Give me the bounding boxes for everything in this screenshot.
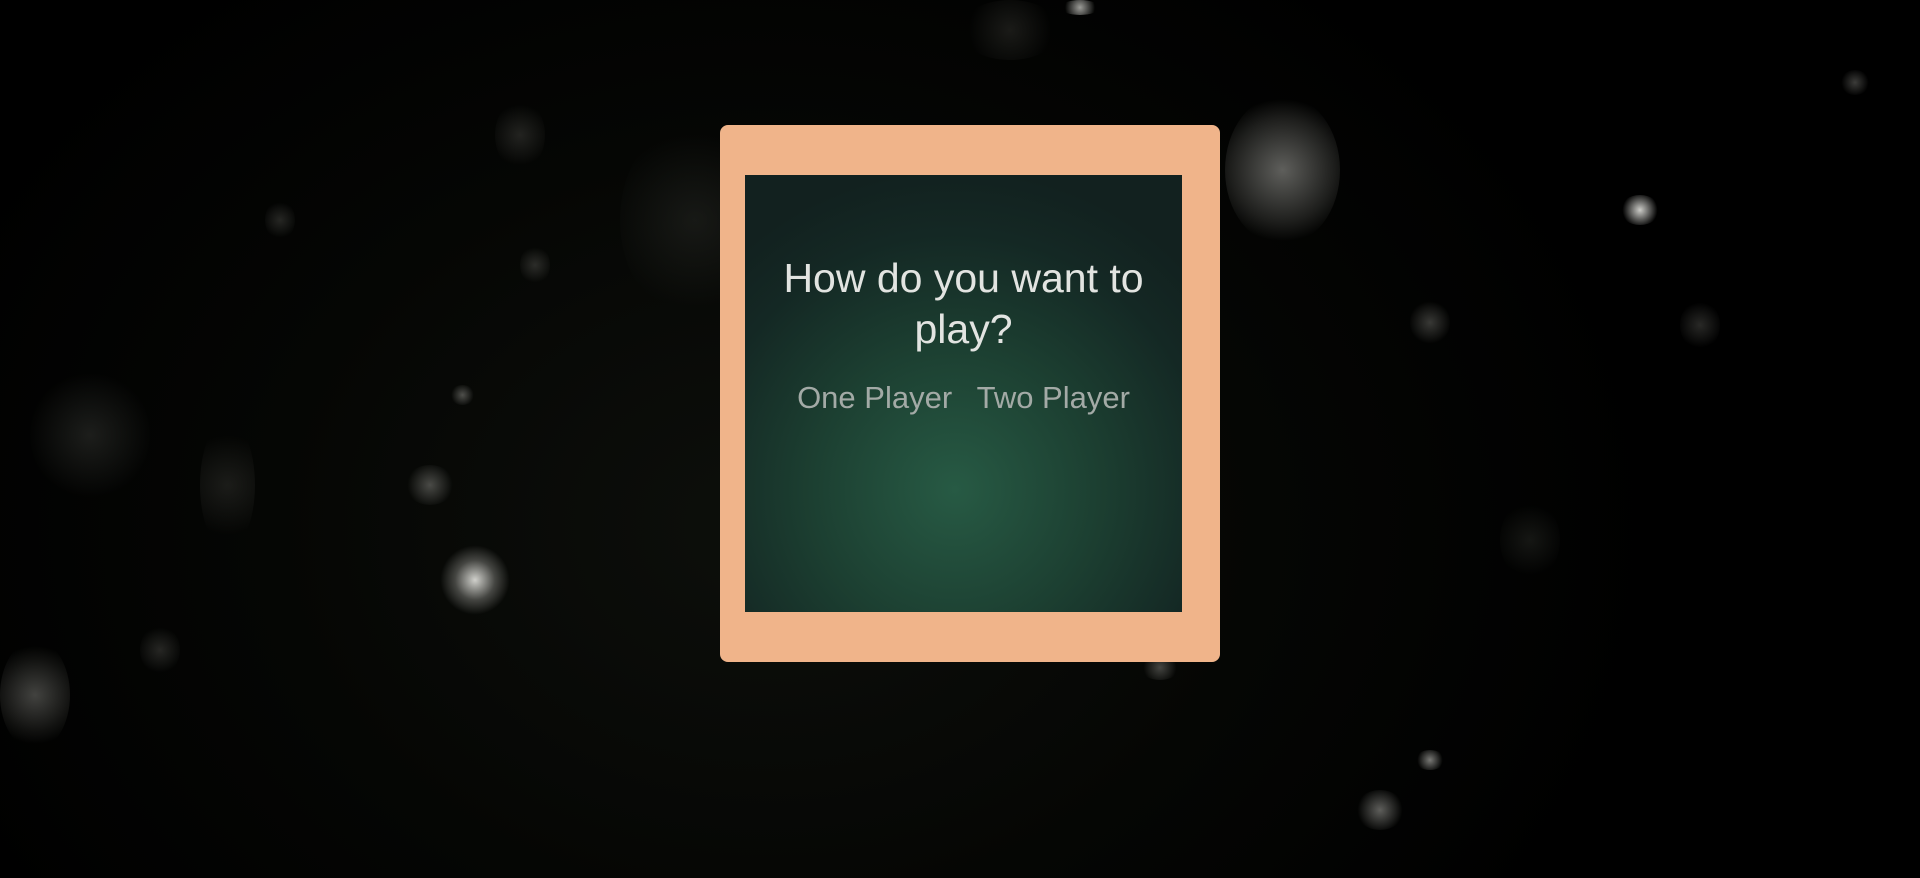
bokeh-light xyxy=(495,100,545,170)
mode-select-prompt: How do you want to play? xyxy=(783,255,1144,352)
bokeh-light xyxy=(30,370,150,500)
mode-select-panel: How do you want to play? One Player Two … xyxy=(745,175,1182,612)
bokeh-light xyxy=(1680,300,1720,350)
game-background: How do you want to play? One Player Two … xyxy=(0,0,1920,878)
bokeh-light xyxy=(405,465,455,505)
bokeh-light xyxy=(1415,750,1445,770)
bokeh-light xyxy=(140,625,180,675)
bokeh-light xyxy=(265,200,295,240)
bokeh-light xyxy=(1060,0,1100,15)
bokeh-light xyxy=(1355,790,1405,830)
mode-select-dialog: How do you want to play? One Player Two … xyxy=(720,125,1220,662)
one-player-button[interactable]: One Player xyxy=(797,380,952,416)
bokeh-light xyxy=(960,0,1060,60)
bokeh-light xyxy=(1410,300,1450,345)
bokeh-light xyxy=(1500,500,1560,580)
two-player-button[interactable]: Two Player xyxy=(977,380,1130,416)
bokeh-light xyxy=(450,385,475,405)
bokeh-light xyxy=(1620,195,1660,225)
bokeh-light xyxy=(440,545,510,615)
bokeh-light xyxy=(520,245,550,285)
bokeh-light xyxy=(0,640,70,750)
bokeh-light xyxy=(1840,70,1870,95)
mode-options: One Player Two Player xyxy=(745,380,1182,416)
bokeh-light xyxy=(200,420,255,550)
bokeh-light xyxy=(1225,95,1340,245)
